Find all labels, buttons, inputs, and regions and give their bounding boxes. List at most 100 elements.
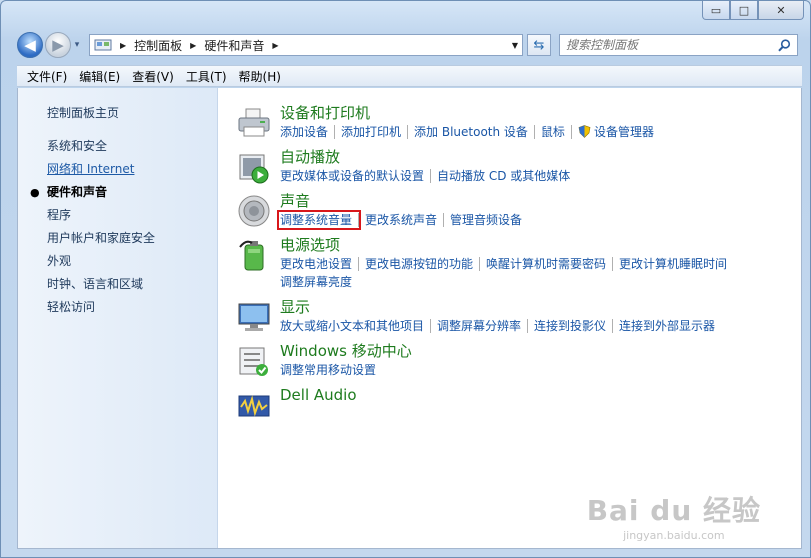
link-power-button-function[interactable]: 更改电源按钮的功能 bbox=[358, 257, 480, 271]
watermark-site: jingyan.baidu.com bbox=[623, 529, 725, 542]
breadcrumb-separator-icon: ▶ bbox=[120, 40, 127, 50]
menu-view[interactable]: 查看(V) bbox=[126, 68, 180, 85]
forward-arrow-icon: ▶ bbox=[52, 36, 64, 54]
category-list: 设备和打印机 添加设备 添加打印机 添加 Bluetooth 设备 鼠标 设备管理器 自… bbox=[218, 88, 801, 548]
search-input[interactable] bbox=[566, 38, 778, 52]
sidebar-item-hardware-sound[interactable]: ● 硬件和声音 bbox=[18, 181, 218, 204]
menu-bar: 文件(F) 编辑(E) 查看(V) 工具(T) 帮助(H) bbox=[17, 65, 802, 87]
sidebar-item-label: 程序 bbox=[47, 208, 72, 222]
speaker-icon bbox=[238, 195, 270, 227]
current-bullet-icon: ● bbox=[30, 186, 40, 199]
recent-pages-button[interactable]: ▾ bbox=[71, 40, 83, 50]
category-dell-audio: Dell Audio bbox=[236, 385, 801, 423]
refresh-button[interactable]: ⇆ bbox=[527, 34, 551, 56]
content-area: 控制面板主页 系统和安全 网络和 Internet ● 硬件和声音 程序 用户帐户… bbox=[17, 88, 802, 549]
maximize-icon: □ bbox=[738, 3, 750, 17]
breadcrumb-hardware-sound[interactable]: 硬件和声音 bbox=[204, 37, 264, 54]
sidebar-item-control-panel-home[interactable]: 控制面板主页 bbox=[18, 102, 218, 125]
address-bar[interactable]: ▶ 控制面板 ▶ 硬件和声音 ▶ ▼ bbox=[89, 34, 523, 56]
link-autoplay-cd[interactable]: 自动播放 CD 或其他媒体 bbox=[430, 169, 577, 183]
address-dropdown-icon[interactable]: ▼ bbox=[512, 41, 518, 50]
category-devices-printers: 设备和打印机 添加设备 添加打印机 添加 Bluetooth 设备 鼠标 设备管理器 bbox=[236, 103, 801, 141]
link-mouse[interactable]: 鼠标 bbox=[533, 125, 571, 139]
chevron-down-icon: ▾ bbox=[74, 40, 80, 50]
link-adjust-system-volume[interactable]: 调整系统音量 bbox=[276, 210, 362, 230]
menu-help[interactable]: 帮助(H) bbox=[233, 68, 287, 85]
category-title[interactable]: Dell Audio bbox=[280, 385, 801, 405]
category-autoplay: 自动播放 更改媒体或设备的默认设置 自动播放 CD 或其他媒体 bbox=[236, 147, 801, 185]
refresh-icon: ⇆ bbox=[533, 37, 545, 53]
category-power-options: 电源选项 更改电池设置 更改电源按钮的功能 唤醒计算机时需要密码 更改计算机睡眠时间调… bbox=[236, 235, 801, 291]
menu-tools[interactable]: 工具(T) bbox=[180, 68, 233, 85]
category-title[interactable]: Windows 移动中心 bbox=[280, 341, 801, 361]
link-label: 设备管理器 bbox=[593, 125, 654, 139]
close-icon: ✕ bbox=[776, 3, 786, 17]
breadcrumb-separator-icon: ▶ bbox=[190, 40, 197, 50]
minimize-icon: ▭ bbox=[710, 3, 722, 17]
link-change-battery-settings[interactable]: 更改电池设置 bbox=[280, 257, 358, 271]
baidu-watermark: Bai du 经验 jingyan.baidu.com bbox=[587, 489, 761, 542]
navigation-bar: ◀ ▶ ▾ ▶ 控制面板 ▶ 硬件和声音 ▶ ▼ ⇆ bbox=[17, 31, 798, 59]
sidebar-item-label: 时钟、语言和区域 bbox=[47, 277, 144, 291]
link-connect-projector[interactable]: 连接到投影仪 bbox=[527, 319, 613, 333]
mobility-center-icon bbox=[239, 347, 268, 376]
search-box bbox=[559, 34, 798, 56]
sidebar-item-label: 硬件和声音 bbox=[47, 185, 108, 199]
watermark-brand: Bai du 经验 bbox=[586, 494, 761, 527]
link-add-bluetooth-device[interactable]: 添加 Bluetooth 设备 bbox=[407, 125, 534, 139]
back-arrow-icon: ◀ bbox=[24, 36, 36, 54]
sidebar-item-label: 系统和安全 bbox=[47, 139, 108, 153]
link-text-size[interactable]: 放大或缩小文本和其他项目 bbox=[280, 319, 430, 333]
sidebar: 控制面板主页 系统和安全 网络和 Internet ● 硬件和声音 程序 用户帐户… bbox=[18, 88, 218, 548]
link-screen-resolution[interactable]: 调整屏幕分辨率 bbox=[430, 319, 528, 333]
link-adjust-mobility-settings[interactable]: 调整常用移动设置 bbox=[280, 363, 382, 377]
sidebar-item-ease-of-access[interactable]: 轻松访问 bbox=[18, 296, 218, 319]
back-button[interactable]: ◀ bbox=[17, 32, 43, 58]
printer-icon bbox=[238, 108, 270, 137]
category-title[interactable]: 声音 bbox=[280, 191, 801, 211]
link-connect-external-display[interactable]: 连接到外部显示器 bbox=[612, 319, 722, 333]
sidebar-item-label: 外观 bbox=[47, 254, 72, 268]
sidebar-item-clock-language[interactable]: 时钟、语言和区域 bbox=[18, 273, 218, 296]
close-button[interactable]: ✕ bbox=[758, 1, 804, 20]
sidebar-item-system-security[interactable]: 系统和安全 bbox=[18, 135, 218, 158]
breadcrumb-separator-icon: ▶ bbox=[272, 40, 279, 50]
link-change-sleep-time[interactable]: 更改计算机睡眠时间 bbox=[612, 257, 734, 271]
sidebar-item-label: 控制面板主页 bbox=[47, 106, 120, 120]
menu-file[interactable]: 文件(F) bbox=[21, 68, 73, 85]
category-mobility-center: Windows 移动中心 调整常用移动设置 bbox=[236, 341, 801, 379]
sidebar-item-appearance[interactable]: 外观 bbox=[18, 250, 218, 273]
category-title[interactable]: 显示 bbox=[280, 297, 801, 317]
link-change-system-sounds[interactable]: 更改系统声音 bbox=[358, 213, 444, 227]
link-require-password-on-wake[interactable]: 唤醒计算机时需要密码 bbox=[479, 257, 613, 271]
sidebar-item-label: 网络和 Internet bbox=[47, 162, 135, 176]
monitor-icon bbox=[238, 303, 270, 331]
autoplay-icon bbox=[239, 154, 269, 184]
dell-audio-icon bbox=[238, 395, 270, 417]
category-title[interactable]: 自动播放 bbox=[280, 147, 801, 167]
search-icon[interactable] bbox=[778, 38, 791, 52]
control-panel-window: ▭ □ ✕ ◀ ▶ ▾ ▶ 控制面板 ▶ 硬件和声音 ▶ ▼ ⇆ 搜索控制面板 … bbox=[0, 0, 811, 558]
sidebar-item-network-internet[interactable]: 网络和 Internet bbox=[18, 158, 218, 181]
link-change-media-defaults[interactable]: 更改媒体或设备的默认设置 bbox=[280, 169, 430, 183]
sidebar-item-programs[interactable]: 程序 bbox=[18, 204, 218, 227]
link-manage-audio-devices[interactable]: 管理音频设备 bbox=[443, 213, 529, 227]
minimize-button[interactable]: ▭ bbox=[702, 1, 730, 20]
link-add-printer[interactable]: 添加打印机 bbox=[334, 125, 408, 139]
caption-buttons: ▭ □ ✕ bbox=[702, 1, 804, 20]
link-add-device[interactable]: 添加设备 bbox=[280, 125, 334, 139]
link-device-manager[interactable]: 设备管理器 bbox=[570, 125, 660, 139]
category-display: 显示 放大或缩小文本和其他项目 调整屏幕分辨率 连接到投影仪 连接到外部显示器 bbox=[236, 297, 801, 335]
forward-button[interactable]: ▶ bbox=[45, 32, 71, 58]
breadcrumb-control-panel[interactable]: 控制面板 bbox=[134, 37, 182, 54]
sidebar-item-label: 轻松访问 bbox=[47, 300, 96, 314]
menu-edit[interactable]: 编辑(E) bbox=[73, 68, 126, 85]
maximize-button[interactable]: □ bbox=[730, 1, 758, 20]
category-title[interactable]: 设备和打印机 bbox=[280, 103, 801, 123]
battery-icon bbox=[239, 240, 264, 271]
sidebar-item-user-accounts[interactable]: 用户帐户和家庭安全 bbox=[18, 227, 218, 250]
link-adjust-brightness[interactable]: 调整屏幕亮度 bbox=[280, 275, 358, 289]
sidebar-item-label: 用户帐户和家庭安全 bbox=[47, 231, 156, 245]
shield-icon bbox=[578, 125, 591, 138]
category-title[interactable]: 电源选项 bbox=[280, 235, 801, 255]
